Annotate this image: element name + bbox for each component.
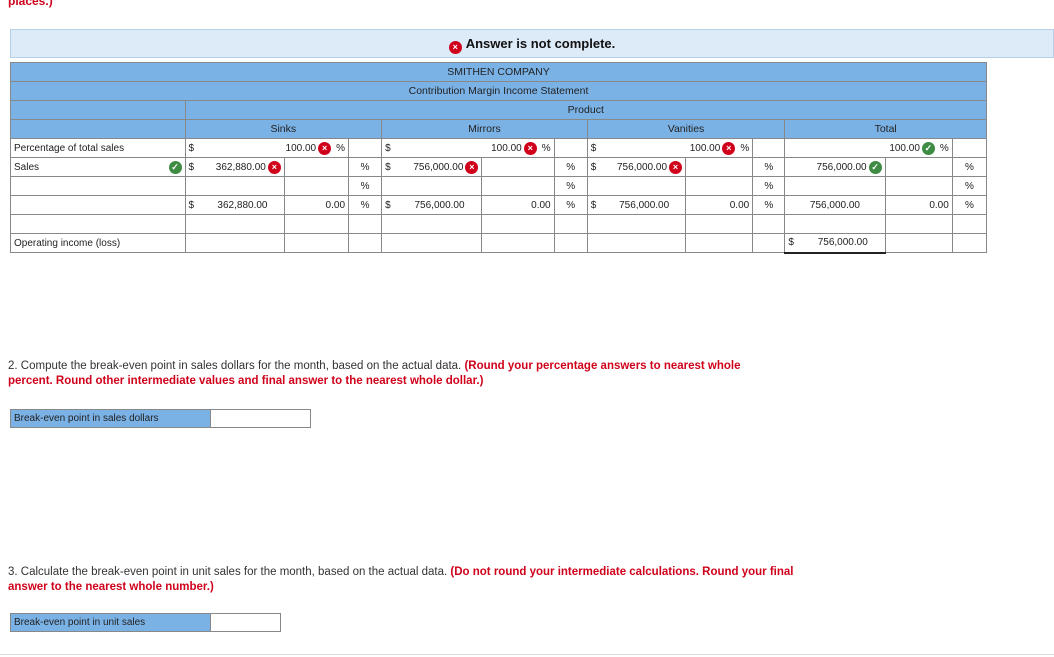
- cell-input[interactable]: [481, 176, 555, 196]
- cell-input[interactable]: [381, 214, 483, 234]
- cell-input[interactable]: [884, 176, 953, 196]
- cell-input[interactable]: [586, 176, 687, 196]
- company-name: SMITHEN COMPANY: [10, 62, 987, 82]
- question-3-text: 3. Calculate the break-even point in uni…: [8, 566, 794, 593]
- column-header-vanities: Vanities: [586, 119, 786, 139]
- table-row: Operating income (loss) $756,000.00: [10, 233, 988, 254]
- row-label-sales: Sales ✓: [10, 157, 186, 177]
- error-icon: ×: [465, 160, 479, 174]
- pct-sign: %: [752, 195, 786, 215]
- total-cm-pct: 0.00: [884, 195, 953, 215]
- cell-input[interactable]: [685, 176, 754, 196]
- cell-input[interactable]: [784, 176, 886, 196]
- sinks-cm-pct: 0.00: [283, 195, 350, 215]
- row-label-operating-income: Operating income (loss): [10, 233, 186, 253]
- pct-sign: %: [752, 157, 786, 177]
- sinks-cm-value: $362,880.00: [184, 195, 285, 215]
- previous-instruction-tail: places.): [8, 0, 53, 8]
- vanities-cm-pct: 0.00: [685, 195, 754, 215]
- table-row: $362,880.00 0.00 % $756,000.00 0.00 % $7…: [10, 195, 988, 215]
- total-sales-input[interactable]: 756,000.00 ✓: [784, 157, 886, 177]
- mirrors-pct-input[interactable]: $100.00 ×%: [381, 138, 555, 158]
- pct-sign: %: [951, 157, 988, 177]
- mirrors-sales-input[interactable]: $756,000.00 ×: [381, 157, 483, 177]
- row-label-input[interactable]: [10, 214, 186, 234]
- total-operating-income: $756,000.00: [784, 233, 886, 254]
- table-row: Sales ✓ $362,880.00 × % $756,000.00 × % $75…: [10, 157, 988, 177]
- product-header: Product: [184, 100, 988, 120]
- table-row: % % % %: [10, 176, 988, 196]
- cell-input[interactable]: [381, 176, 483, 196]
- cell-input[interactable]: [184, 233, 285, 253]
- pct-sign: %: [553, 157, 588, 177]
- cell-input[interactable]: [381, 233, 483, 253]
- cell-input[interactable]: [184, 176, 285, 196]
- breakeven-units-input[interactable]: [211, 614, 280, 631]
- breakeven-sales-input[interactable]: [211, 410, 310, 427]
- cell-input[interactable]: [586, 214, 687, 234]
- column-header-sinks: Sinks: [184, 119, 383, 139]
- total-cm-value: 756,000.00: [784, 195, 886, 215]
- statement-title: Contribution Margin Income Statement: [10, 81, 987, 101]
- cell-input[interactable]: [184, 214, 285, 234]
- column-header-mirrors: Mirrors: [381, 119, 588, 139]
- question-2-text: 2. Compute the break-even point in sales…: [8, 360, 741, 387]
- cell-input[interactable]: [586, 233, 687, 253]
- banner-text: Answer is not complete.: [465, 36, 616, 51]
- pct-sign: %: [951, 176, 988, 196]
- check-icon: ✓: [868, 160, 882, 174]
- column-header-total: Total: [784, 119, 987, 139]
- pct-sign: %: [553, 176, 588, 196]
- row-label-input[interactable]: [10, 195, 186, 215]
- contribution-margin-table: SMITHEN COMPANY Contribution Margin Inco…: [10, 62, 988, 254]
- pct-sign: %: [348, 176, 383, 196]
- row-label-percentage: Percentage of total sales: [10, 138, 186, 158]
- check-icon: ✓: [168, 160, 182, 174]
- row-label-input[interactable]: [10, 176, 186, 196]
- table-row: Percentage of total sales $100.00 ×% $100…: [10, 138, 988, 158]
- vanities-pct-input[interactable]: $100.00 ×%: [586, 138, 754, 158]
- sinks-pct-input[interactable]: $100.00 ×%: [184, 138, 350, 158]
- vanities-sales-input[interactable]: $756,000.00 ×: [586, 157, 687, 177]
- error-icon: ×: [448, 41, 462, 54]
- total-pct-input[interactable]: 100.00 ✓%: [784, 138, 953, 158]
- breakeven-sales-row: Break-even point in sales dollars: [10, 409, 311, 428]
- sinks-sales-input[interactable]: $362,880.00 ×: [184, 157, 285, 177]
- vanities-cm-value: $756,000.00: [586, 195, 687, 215]
- error-icon: ×: [722, 141, 736, 155]
- pct-sign: %: [348, 157, 383, 177]
- answer-status-banner: × Answer is not complete.: [10, 29, 1054, 58]
- mirrors-cm-value: $756,000.00: [381, 195, 483, 215]
- pct-sign: %: [553, 195, 588, 215]
- pct-sign: %: [951, 195, 988, 215]
- table-row: [10, 214, 988, 234]
- cell-input[interactable]: [784, 214, 886, 234]
- error-icon: ×: [267, 160, 281, 174]
- breakeven-units-row: Break-even point in unit sales: [10, 613, 281, 632]
- pct-sign: %: [752, 176, 786, 196]
- divider: [0, 654, 1054, 655]
- breakeven-sales-label: Break-even point in sales dollars: [11, 410, 212, 427]
- error-icon: ×: [523, 141, 537, 155]
- cell-input[interactable]: [283, 176, 350, 196]
- breakeven-units-label: Break-even point in unit sales: [11, 614, 212, 631]
- mirrors-cm-pct: 0.00: [481, 195, 555, 215]
- error-icon: ×: [318, 141, 332, 155]
- check-icon: ✓: [921, 141, 935, 155]
- error-icon: ×: [669, 160, 683, 174]
- pct-sign: %: [348, 195, 383, 215]
